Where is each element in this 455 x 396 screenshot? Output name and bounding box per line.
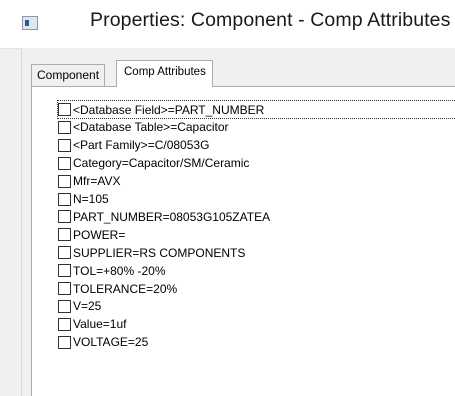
attribute-checkbox[interactable] bbox=[58, 174, 71, 188]
attribute-checkbox[interactable] bbox=[58, 120, 71, 134]
attribute-item-mfr[interactable]: Mfr=AVX bbox=[58, 173, 120, 190]
tab-component[interactable]: Component bbox=[31, 64, 106, 86]
title-bar[interactable]: Properties: Component - Comp Attributes bbox=[0, 0, 455, 49]
attribute-label: Mfr=AVX bbox=[73, 174, 121, 189]
dialog-content: Component Comp Attributes <Database Fiel… bbox=[21, 48, 455, 396]
attribute-label: <Database Table>=Capacitor bbox=[73, 120, 229, 135]
attribute-checkbox[interactable] bbox=[58, 282, 71, 295]
tab-comp-attributes[interactable]: Comp Attributes bbox=[116, 60, 213, 87]
attribute-label: PART_NUMBER=08053G105ZATEA bbox=[73, 209, 271, 224]
window-title: Properties: Component - Comp Attributes bbox=[90, 9, 451, 31]
attribute-label: TOL=+80% -20% bbox=[73, 263, 166, 278]
attribute-item-tol[interactable]: TOL=+80% -20% bbox=[58, 262, 166, 279]
attribute-checkbox[interactable] bbox=[58, 299, 71, 313]
attribute-label: VOLTAGE=25 bbox=[73, 335, 149, 350]
attribute-item-power[interactable]: POWER= bbox=[58, 226, 125, 243]
attribute-checkbox[interactable] bbox=[58, 246, 71, 260]
attribute-item-voltage[interactable]: VOLTAGE=25 bbox=[58, 334, 148, 351]
attribute-label: N=105 bbox=[73, 192, 109, 206]
attribute-checkbox[interactable] bbox=[58, 138, 71, 152]
attribute-checkbox[interactable] bbox=[58, 103, 71, 116]
attribute-checkbox[interactable] bbox=[58, 156, 71, 170]
attribute-checkbox[interactable] bbox=[58, 335, 71, 349]
attribute-item-part-number[interactable]: PART_NUMBER=08053G105ZATEA bbox=[58, 208, 270, 225]
attribute-item-supplier[interactable]: SUPPLIER=RS COMPONENTS bbox=[58, 244, 245, 261]
attribute-label: Value=1uf bbox=[73, 317, 127, 332]
attribute-label: Category=Capacitor/SM/Ceramic bbox=[73, 156, 250, 171]
attribute-checkbox[interactable] bbox=[58, 264, 71, 278]
attribute-label: SUPPLIER=RS COMPONENTS bbox=[73, 245, 246, 260]
attribute-item-n[interactable]: N=105 bbox=[58, 191, 109, 208]
attribute-item-category[interactable]: Category=Capacitor/SM/Ceramic bbox=[58, 155, 249, 172]
attribute-label: TOLERANCE=20% bbox=[73, 281, 178, 296]
attribute-label: <Database Field>=PART_NUMBER bbox=[73, 102, 265, 117]
attribute-item-database-table[interactable]: <Database Table>=Capacitor bbox=[58, 119, 229, 136]
attribute-item-database-field[interactable]: <Database Field>=PART_NUMBER bbox=[57, 100, 455, 119]
attribute-item-value[interactable]: Value=1uf bbox=[58, 316, 127, 333]
attribute-item-v[interactable]: V=25 bbox=[58, 298, 101, 315]
attribute-item-tolerance[interactable]: TOLERANCE=20% bbox=[58, 280, 177, 297]
attribute-checklist: <Database Field>=PART_NUMBER <Database T… bbox=[48, 100, 455, 396]
attribute-label: V=25 bbox=[73, 299, 102, 314]
attribute-label: <Part Family>=C/08053G bbox=[73, 138, 210, 153]
properties-window: Properties: Component - Comp Attributes … bbox=[0, 0, 455, 396]
attribute-item-part-family[interactable]: <Part Family>=C/08053G bbox=[58, 137, 209, 154]
attribute-checkbox[interactable] bbox=[58, 228, 71, 242]
attribute-label: POWER= bbox=[73, 227, 126, 242]
attribute-checkbox[interactable] bbox=[58, 317, 71, 331]
attribute-checkbox[interactable] bbox=[58, 210, 71, 224]
comp-attributes-panel: <Database Field>=PART_NUMBER <Database T… bbox=[31, 86, 455, 396]
attribute-checkbox[interactable] bbox=[58, 192, 71, 206]
properties-window-icon bbox=[22, 16, 38, 30]
